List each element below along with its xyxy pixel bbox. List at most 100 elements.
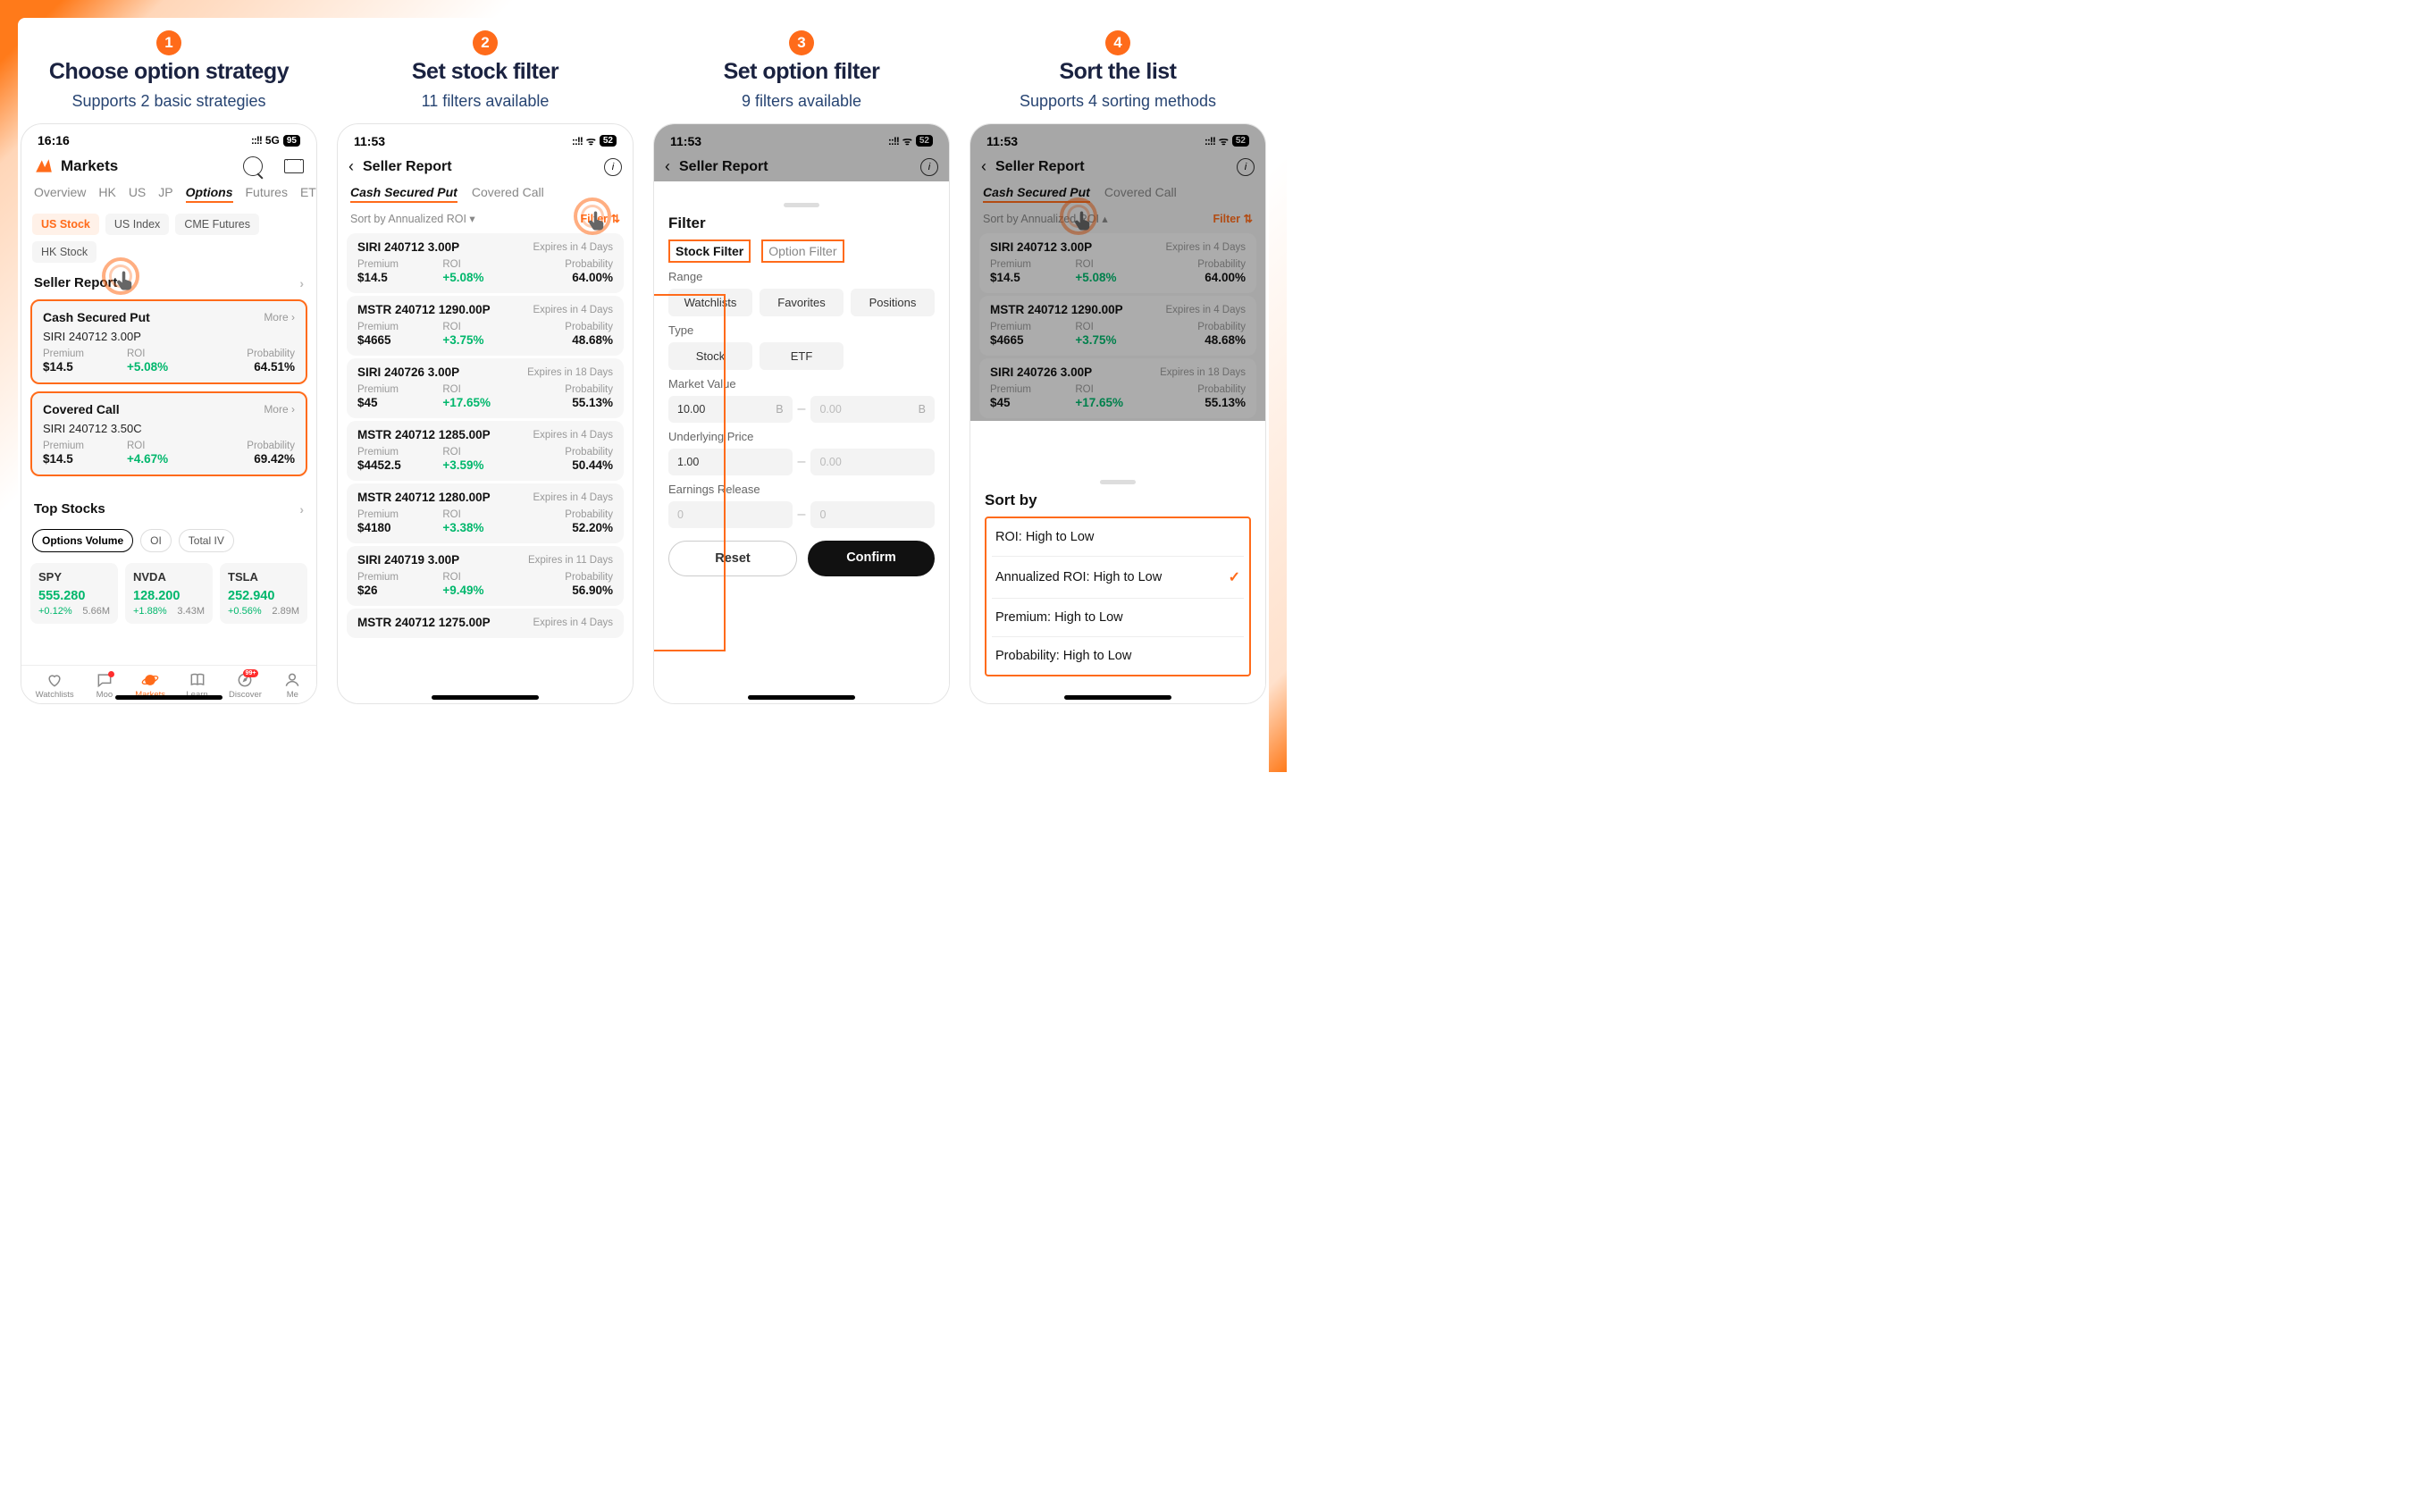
nav-watchlists[interactable]: Watchlists [36, 671, 74, 700]
sheet-grabber[interactable] [784, 203, 819, 207]
option-row[interactable]: SIRI 240726 3.00PExpires in 18 DaysPremi… [979, 358, 1256, 418]
back-button[interactable]: ‹ [665, 157, 670, 176]
tab-etf[interactable]: ETF [300, 185, 316, 203]
sort-option[interactable]: ROI: High to Low [992, 518, 1244, 557]
tab-covered-call[interactable]: Covered Call [472, 185, 544, 203]
premium-label: Premium [990, 322, 1075, 332]
info-icon[interactable]: i [920, 158, 938, 176]
mv-from-input[interactable]: 10.00B [668, 396, 793, 423]
tab-hk[interactable]: HK [98, 185, 115, 203]
filter-button[interactable]: Filter ⇅ [1213, 212, 1253, 225]
stock-symbol: NVDA [133, 570, 205, 584]
er-from-input[interactable]: 0 [668, 501, 793, 528]
sheet-grabber[interactable] [1100, 480, 1136, 484]
up-to-input[interactable]: 0.00 [810, 449, 935, 475]
option-symbol: SIRI 240719 3.00P [357, 553, 459, 567]
range-favorites[interactable]: Favorites [760, 289, 844, 316]
chip-hk-stock[interactable]: HK Stock [32, 241, 97, 263]
tab-us[interactable]: US [129, 185, 146, 203]
info-icon[interactable]: i [1237, 158, 1255, 176]
chip-us-index[interactable]: US Index [105, 214, 169, 235]
sort-option[interactable]: Annualized ROI: High to Low✓ [992, 557, 1244, 599]
option-row[interactable]: MSTR 240712 1285.00PExpires in 4 DaysPre… [347, 421, 624, 481]
reset-button[interactable]: Reset [668, 541, 797, 576]
up-from-input[interactable]: 1.00 [668, 449, 793, 475]
sort-option[interactable]: Premium: High to Low [992, 599, 1244, 637]
premium-value: $4665 [357, 333, 442, 347]
sort-button[interactable]: Sort by Annualized ROI ▴ [983, 212, 1108, 225]
sort-button[interactable]: Sort by Annualized ROI ▾ [350, 212, 475, 225]
premium-value: $14.5 [43, 452, 127, 466]
sort-option[interactable]: Probability: High to Low [992, 637, 1244, 675]
search-icon[interactable] [243, 156, 263, 176]
pill-options-volume[interactable]: Options Volume [32, 529, 133, 552]
book-icon [188, 671, 207, 689]
pill-oi[interactable]: OI [140, 529, 172, 552]
option-row[interactable]: MSTR 240712 1280.00PExpires in 4 DaysPre… [347, 483, 624, 543]
market-tabs: Overview HK US JP Options Futures ETF [21, 181, 316, 206]
er-to-input[interactable]: 0 [810, 501, 935, 528]
nav-me[interactable]: Me [282, 671, 302, 700]
stock-card[interactable]: NVDA 128.200 +1.88%3.43M [125, 563, 213, 624]
tab-options[interactable]: Options [186, 185, 233, 203]
nav-discover[interactable]: 99+Discover [229, 671, 262, 700]
step-headline-3: Set option filter [724, 59, 880, 85]
roi-value: +5.08% [127, 360, 211, 374]
page-title: Markets [61, 157, 236, 175]
seller-report-header[interactable]: Seller Report › [21, 270, 316, 296]
option-row[interactable]: MSTR 240712 1275.00PExpires in 4 Days [347, 609, 624, 638]
top-stocks-label: Top Stocks [34, 501, 105, 517]
chip-cme-futures[interactable]: CME Futures [175, 214, 259, 235]
underlying-price-label: Underlying Price [668, 430, 935, 443]
range-positions[interactable]: Positions [851, 289, 935, 316]
top-stocks-header[interactable]: Top Stocks › [21, 496, 316, 522]
filter-button[interactable]: Filter ⇅ [580, 212, 620, 225]
option-row[interactable]: MSTR 240712 1290.00PExpires in 4 DaysPre… [979, 296, 1256, 356]
stock-card[interactable]: SPY 555.280 +0.12%5.66M [30, 563, 118, 624]
probability-label: Probability [211, 349, 295, 359]
probability-label: Probability [528, 447, 613, 458]
tab-overview[interactable]: Overview [34, 185, 86, 203]
mail-icon[interactable] [284, 159, 304, 173]
back-button[interactable]: ‹ [348, 157, 354, 176]
roi-value: +3.75% [442, 333, 527, 347]
premium-value: $14.5 [43, 360, 127, 374]
option-row[interactable]: MSTR 240712 1290.00PExpires in 4 DaysPre… [347, 296, 624, 356]
tab-covered-call[interactable]: Covered Call [1104, 185, 1177, 203]
range-watchlists[interactable]: Watchlists [668, 289, 752, 316]
stock-filter-tab[interactable]: Stock Filter [668, 239, 751, 263]
option-row[interactable]: SIRI 240726 3.00PExpires in 18 DaysPremi… [347, 358, 624, 418]
sub-market-chips: US Stock US Index CME Futures HK Stock [21, 206, 316, 270]
option-expiry: Expires in 18 Days [1160, 367, 1246, 378]
home-indicator [432, 695, 539, 700]
option-symbol: MSTR 240712 1280.00P [357, 491, 491, 504]
tab-cash-secured-put[interactable]: Cash Secured Put [350, 185, 457, 203]
type-stock[interactable]: Stock [668, 342, 752, 370]
option-expiry: Expires in 11 Days [528, 555, 613, 566]
type-etf[interactable]: ETF [760, 342, 844, 370]
tab-jp[interactable]: JP [158, 185, 172, 203]
nav-moo[interactable]: Moo [95, 671, 114, 700]
option-row[interactable]: SIRI 240719 3.00PExpires in 11 DaysPremi… [347, 546, 624, 606]
chip-us-stock[interactable]: US Stock [32, 214, 99, 235]
stock-card[interactable]: TSLA 252.940 +0.56%2.89M [220, 563, 307, 624]
strategy-card-cash-secured-put[interactable]: Cash Secured Put More › SIRI 240712 3.00… [30, 299, 307, 384]
pill-total-iv[interactable]: Total IV [179, 529, 234, 552]
info-icon[interactable]: i [604, 158, 622, 176]
tab-futures[interactable]: Futures [246, 185, 288, 203]
step-badge-3: 3 [789, 30, 814, 55]
more-link[interactable]: More › [264, 311, 295, 323]
back-button[interactable]: ‹ [981, 157, 986, 176]
sort-option-label: Probability: High to Low [995, 649, 1131, 663]
more-link[interactable]: More › [264, 403, 295, 416]
option-filter-tab[interactable]: Option Filter [761, 239, 844, 263]
mv-to-input[interactable]: 0.00B [810, 396, 935, 423]
option-row[interactable]: SIRI 240712 3.00PExpires in 4 DaysPremiu… [347, 233, 624, 293]
premium-label: Premium [990, 384, 1075, 395]
option-row[interactable]: SIRI 240712 3.00PExpires in 4 DaysPremiu… [979, 233, 1256, 293]
confirm-button[interactable]: Confirm [808, 541, 935, 576]
strategy-card-covered-call[interactable]: Covered Call More › SIRI 240712 3.50C Pr… [30, 391, 307, 476]
tab-cash-secured-put[interactable]: Cash Secured Put [983, 185, 1090, 203]
roi-value: +4.67% [127, 452, 211, 466]
stock-price: 555.280 [38, 589, 110, 603]
